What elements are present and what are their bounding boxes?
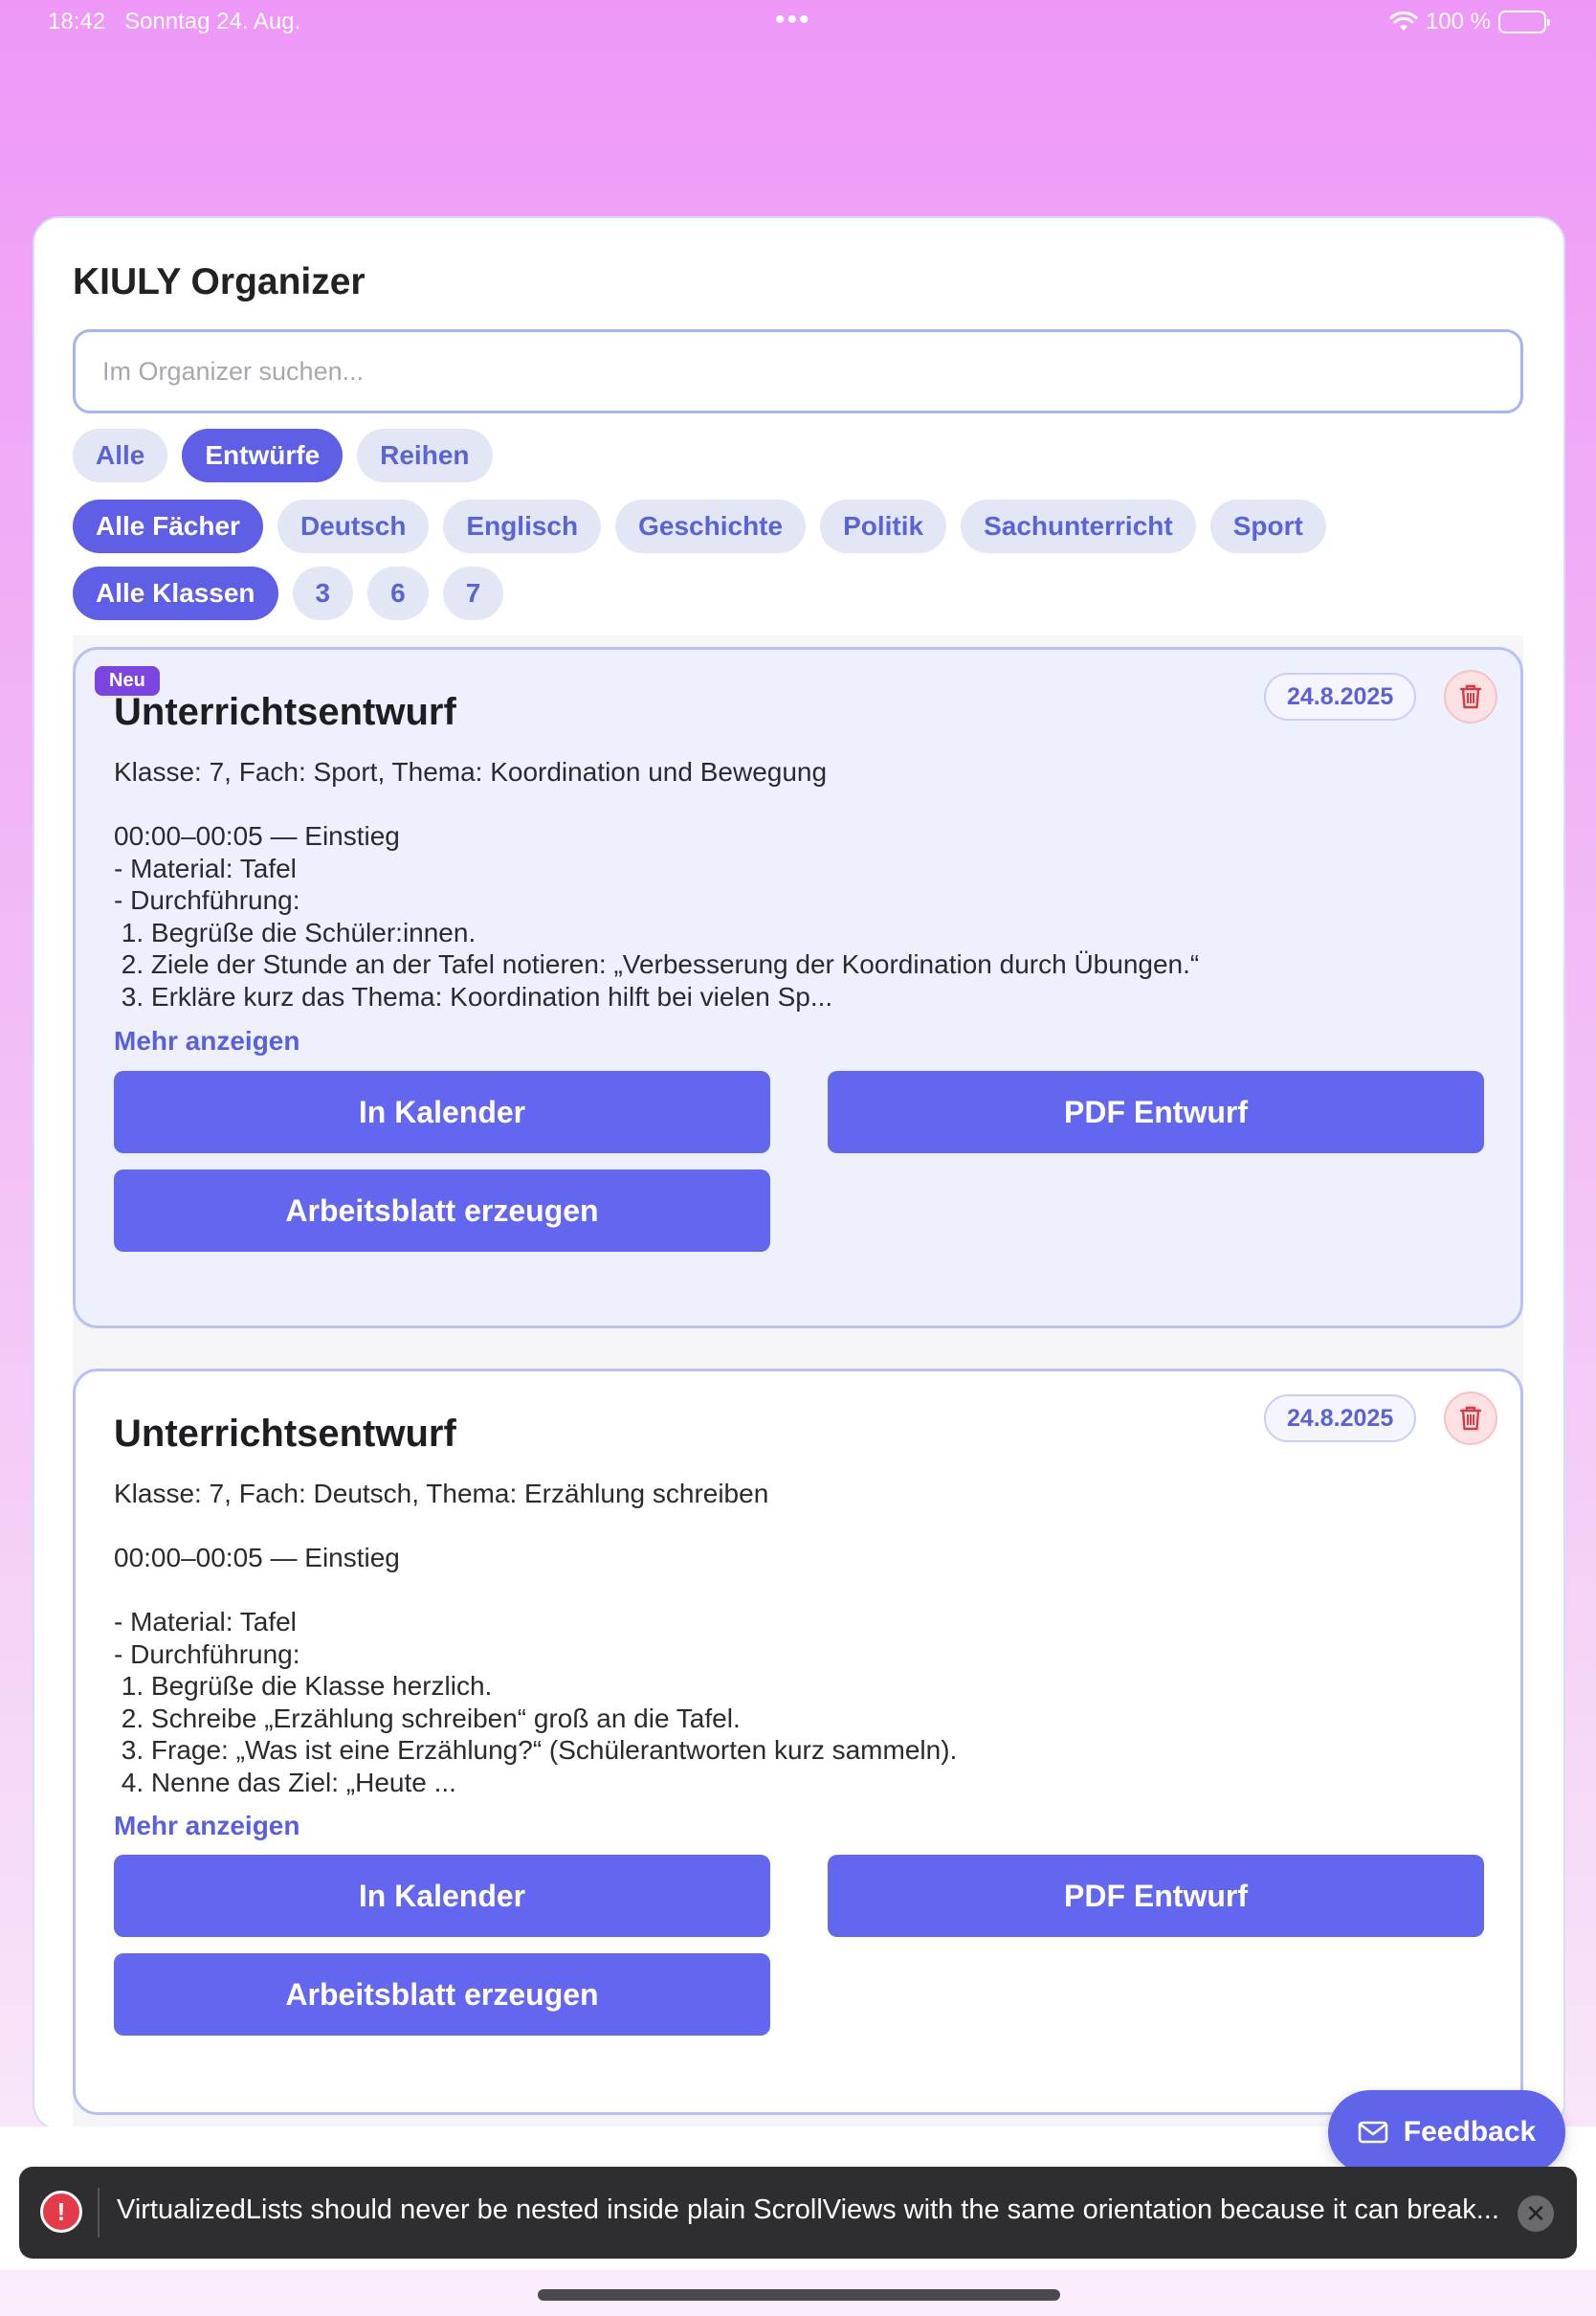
class-chip-7[interactable]: 7 [442, 567, 504, 620]
class-filter-row: Alle Klassen 3 6 7 [73, 567, 504, 620]
subject-filter-row: Alle Fächer Deutsch Englisch Geschichte … [73, 500, 1326, 553]
organizer-panel: KIULY Organizer Alle Entwürfe Reihen All… [33, 216, 1565, 2130]
draft-card: Unterrichtsentwurf 24.8.2025 Klasse: 7, … [73, 1369, 1523, 2115]
status-time: 18:42 Sonntag 24. Aug. [48, 9, 300, 35]
subject-chip-englisch[interactable]: Englisch [443, 500, 602, 553]
filter-chip-entwuerfe[interactable]: Entwürfe [182, 429, 344, 482]
wifi-icon [1389, 11, 1418, 31]
page-title: KIULY Organizer [73, 261, 366, 302]
subject-chip-deutsch[interactable]: Deutsch [277, 500, 430, 553]
pdf-draft-button[interactable]: PDF Entwurf [828, 1855, 1484, 1937]
search-input[interactable] [73, 329, 1523, 413]
class-chip-3[interactable]: 3 [292, 567, 354, 620]
card-body: 00:00–00:05 — Einstieg - Material: Tafel… [114, 1543, 958, 1797]
close-icon[interactable]: ✕ [1518, 2195, 1554, 2232]
add-to-calendar-button[interactable]: In Kalender [114, 1855, 770, 1937]
create-worksheet-button[interactable]: Arbeitsblatt erzeugen [114, 1953, 770, 2036]
show-more-link[interactable]: Mehr anzeigen [114, 1026, 299, 1057]
error-message: VirtualizedLists should never be nested … [117, 2194, 1499, 2225]
battery-percent: 100 % [1425, 9, 1491, 34]
trash-icon [1459, 1406, 1482, 1431]
draft-list[interactable]: Neu Unterrichtsentwurf 24.8.2025 Klasse:… [73, 635, 1523, 2128]
home-indicator[interactable] [538, 2289, 1060, 2301]
card-title: Unterrichtsentwurf [114, 691, 456, 733]
draft-card: Neu Unterrichtsentwurf 24.8.2025 Klasse:… [73, 647, 1523, 1328]
create-worksheet-button[interactable]: Arbeitsblatt erzeugen [114, 1169, 770, 1252]
battery-icon [1498, 11, 1550, 33]
trash-icon [1459, 684, 1482, 709]
subject-chip-sachunterricht[interactable]: Sachunterricht [961, 500, 1196, 553]
card-title: Unterrichtsentwurf [114, 1413, 456, 1455]
add-to-calendar-button[interactable]: In Kalender [114, 1071, 770, 1153]
subject-chip-alle-faecher[interactable]: Alle Fächer [73, 500, 263, 553]
date-pill: 24.8.2025 [1264, 673, 1417, 721]
feedback-button[interactable]: Feedback [1328, 2090, 1565, 2174]
pdf-draft-button[interactable]: PDF Entwurf [828, 1071, 1484, 1153]
filter-chip-reihen[interactable]: Reihen [357, 429, 493, 482]
error-icon: ! [40, 2191, 82, 2233]
class-chip-alle-klassen[interactable]: Alle Klassen [73, 567, 278, 620]
status-date: Sonntag 24. Aug. [124, 9, 301, 34]
status-clock: 18:42 [48, 9, 106, 34]
class-chip-6[interactable]: 6 [367, 567, 429, 620]
card-body: 00:00–00:05 — Einstieg - Material: Tafel… [114, 821, 1200, 1012]
card-meta: Klasse: 7, Fach: Deutsch, Thema: Erzählu… [114, 1479, 769, 1508]
error-toast[interactable]: ! VirtualizedLists should never be neste… [19, 2167, 1577, 2259]
subject-chip-geschichte[interactable]: Geschichte [615, 500, 807, 553]
status-bar: 18:42 Sonntag 24. Aug. ••• 100 % [0, 0, 1596, 46]
subject-chip-politik[interactable]: Politik [820, 500, 947, 553]
date-pill: 24.8.2025 [1264, 1394, 1417, 1442]
show-more-link[interactable]: Mehr anzeigen [114, 1811, 299, 1841]
mail-icon [1358, 2121, 1388, 2144]
status-right: 100 % [1389, 9, 1550, 35]
type-filter-row: Alle Entwürfe Reihen [73, 429, 493, 482]
feedback-label: Feedback [1403, 2116, 1537, 2148]
delete-button[interactable] [1444, 1392, 1497, 1445]
subject-chip-sport[interactable]: Sport [1209, 500, 1326, 553]
multitask-dots-icon[interactable]: ••• [775, 4, 811, 36]
card-meta: Klasse: 7, Fach: Sport, Thema: Koordinat… [114, 757, 828, 787]
divider [98, 2188, 100, 2238]
delete-button[interactable] [1444, 670, 1497, 724]
filter-chip-alle[interactable]: Alle [73, 429, 168, 482]
